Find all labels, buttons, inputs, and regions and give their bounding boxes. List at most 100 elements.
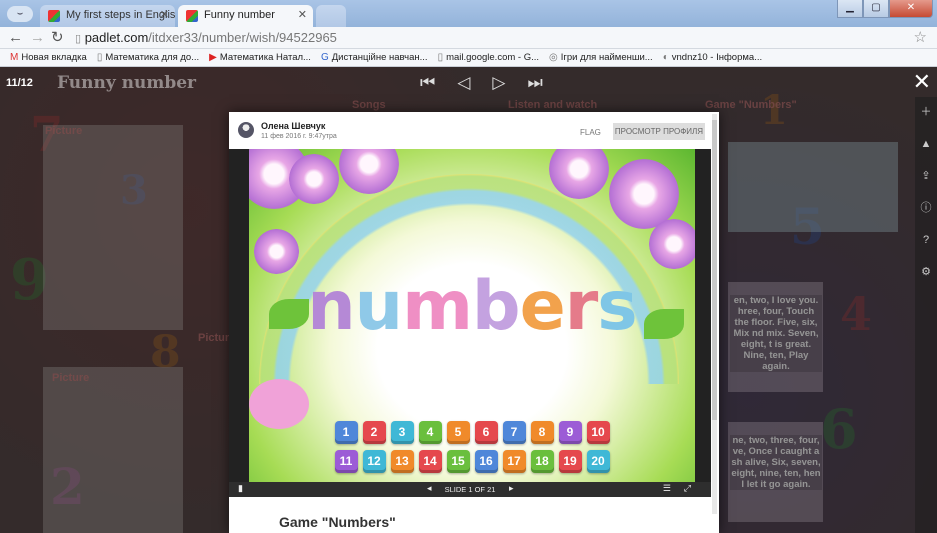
site-icon: ◐	[662, 52, 669, 63]
scrollbar-thumb[interactable]	[712, 120, 717, 420]
bookmark-label: mail.google.com - G...	[446, 52, 540, 63]
number-tile: 8	[530, 421, 554, 444]
number-tile: 6	[474, 421, 498, 444]
next-post-icon[interactable]: ▷	[492, 73, 505, 93]
previous-post-icon[interactable]: ◁	[457, 73, 470, 93]
page-icon: ▯	[75, 33, 82, 45]
padlet-board: 7 3 9 8 2 5 4 6 1 Picture Songs Listen a…	[0, 67, 937, 533]
page-icon: ▯	[437, 52, 444, 63]
browser-toolbar: ← → ↻ ▯ padlet.com/itdxer33/number/wish/…	[0, 27, 937, 49]
tab-funny-number[interactable]: Funny number ✕	[178, 5, 313, 27]
tab-my-first-steps[interactable]: My first steps in English ✕	[40, 5, 175, 27]
post-header: Олена Шевчук 11 фев 2016 г. 9:47утра FLA…	[229, 112, 719, 149]
bookmark-label: Ігри для найменши...	[560, 52, 653, 63]
title-letter: n	[307, 267, 355, 346]
bookmark-item[interactable]: G Дистанційне навчан...	[321, 52, 428, 63]
settings-gear-icon[interactable]: ⚙	[915, 257, 937, 289]
next-slide-icon[interactable]: ▸	[509, 483, 514, 494]
new-tab-button[interactable]	[316, 5, 346, 27]
bookmark-item[interactable]: ▯ mail.google.com - G...	[438, 52, 539, 63]
number-tile: 9	[558, 421, 582, 444]
bookmark-label: Новая вкладка	[21, 52, 87, 63]
post-modal: Олена Шевчук 11 фев 2016 г. 9:47утра FLA…	[229, 112, 719, 533]
number-tile: 3	[390, 421, 414, 444]
title-letter: b	[471, 267, 521, 346]
bookmark-item[interactable]: ◎ Ігри для найменши...	[549, 52, 653, 63]
view-profile-button[interactable]: ПРОСМОТР ПРОФИЛЯ	[613, 123, 705, 140]
bookmark-item[interactable]: ▶ Математика Натал...	[209, 52, 311, 63]
number-tile: 2	[362, 421, 386, 444]
info-icon[interactable]: ⓘ	[915, 193, 937, 225]
window-close-icon[interactable]: ✕	[889, 0, 933, 18]
maximize-icon[interactable]: ▢	[863, 0, 889, 18]
title-letter: r	[564, 267, 599, 346]
slide-counter: SLIDE 1 OF 21	[444, 485, 496, 494]
title-letter: e	[519, 267, 566, 346]
number-tile: 12	[362, 450, 386, 473]
bookmarks-bar: M Новая вкладка ▯ Математика для до... ▶ Мате…	[0, 49, 937, 67]
modal-scrollbar[interactable]	[712, 114, 717, 514]
title-letter: u	[354, 267, 403, 346]
number-row-2: 11 12 13 14 15 16 17 18 19 20	[249, 450, 695, 473]
tab-label: My first steps in English	[66, 9, 175, 21]
last-post-icon[interactable]: ⏭	[527, 73, 542, 93]
bookmark-item[interactable]: ◐ vndnz10 - Інформа...	[663, 52, 762, 63]
post-title: Game "Numbers"	[279, 514, 396, 530]
number-tile: 20	[586, 450, 610, 473]
number-tile: 4	[418, 421, 442, 444]
bookmark-item[interactable]: ▯ Математика для до...	[97, 52, 199, 63]
game-icon: ◎	[549, 52, 558, 63]
author-avatar[interactable]	[238, 122, 254, 138]
padlet-side-toolbar: ＋ ▲ ⇪ ⓘ ? ⚙	[915, 97, 937, 533]
blossom-decoration	[289, 154, 339, 204]
title-letter: m	[402, 267, 473, 346]
padlet-favicon-icon	[186, 10, 198, 22]
fullscreen-icon[interactable]: ⤢	[684, 483, 691, 494]
number-tile: 7	[502, 421, 526, 444]
tab-close-icon[interactable]: ✕	[160, 8, 169, 21]
first-post-icon[interactable]: ⏮	[420, 73, 435, 93]
browser-tabstrip: ⌣ My first steps in English ✕ Funny numb…	[0, 0, 937, 27]
blossom-decoration	[549, 149, 609, 199]
page-icon: ▯	[96, 52, 103, 63]
bookmark-item[interactable]: M Новая вкладка	[10, 52, 87, 63]
reload-icon[interactable]: ↻	[51, 29, 64, 47]
url-path: /itdxer33/number/wish/94522965	[148, 30, 337, 45]
embedded-slideshow[interactable]: numbers 1 2 3 4 5 6 7 8 9 10 11 12 13 14 15 16 17 18 19 20	[229, 149, 711, 482]
post-date: 11 фев 2016 г. 9:47утра	[261, 133, 337, 140]
browser-menu-button[interactable]: ⌣	[7, 6, 33, 22]
help-icon[interactable]: ?	[915, 225, 937, 257]
window-controls: ▁ ▢ ✕	[837, 0, 933, 18]
add-icon[interactable]: ＋	[915, 97, 937, 129]
address-bar[interactable]: ▯ padlet.com/itdxer33/number/wish/945229…	[75, 29, 337, 48]
back-arrow-icon[interactable]: ←	[8, 29, 23, 47]
user-icon[interactable]: ▲	[915, 129, 937, 161]
number-tile: 16	[474, 450, 498, 473]
bookmark-star-icon[interactable]: ☆	[914, 28, 927, 46]
title-letter: s	[597, 267, 637, 346]
tab-label: Funny number	[204, 9, 275, 21]
gmail-icon: M	[10, 52, 19, 63]
bookmark-label: vndnz10 - Інформа...	[671, 52, 763, 63]
slideshow-bar: ▮ ◂ SLIDE 1 OF 21 ▸ ☰ ⤢	[229, 482, 711, 497]
author-name[interactable]: Олена Шевчук	[261, 121, 325, 131]
number-tile: 17	[502, 450, 526, 473]
numbers-title-art: numbers	[249, 267, 695, 346]
tab-close-icon[interactable]: ✕	[298, 8, 307, 21]
number-tile: 19	[558, 450, 582, 473]
slide-list-icon[interactable]: ☰	[663, 483, 671, 494]
bookmark-label: Математика Натал...	[219, 52, 311, 63]
blossom-decoration	[649, 219, 695, 269]
flag-link[interactable]: FLAG	[580, 128, 601, 137]
minimize-icon[interactable]: ▁	[837, 0, 863, 18]
padlet-favicon-icon	[48, 10, 60, 22]
number-tile: 10	[586, 421, 610, 444]
url-host: padlet.com	[84, 30, 149, 45]
blossom-decoration	[339, 149, 399, 194]
number-tile: 14	[418, 450, 442, 473]
close-slideshow-icon[interactable]: ✕	[913, 69, 931, 95]
share-icon[interactable]: ⇪	[915, 161, 937, 193]
number-tile: 18	[530, 450, 554, 473]
number-row-1: 1 2 3 4 5 6 7 8 9 10	[249, 421, 695, 444]
forward-arrow-icon[interactable]: →	[30, 29, 45, 47]
